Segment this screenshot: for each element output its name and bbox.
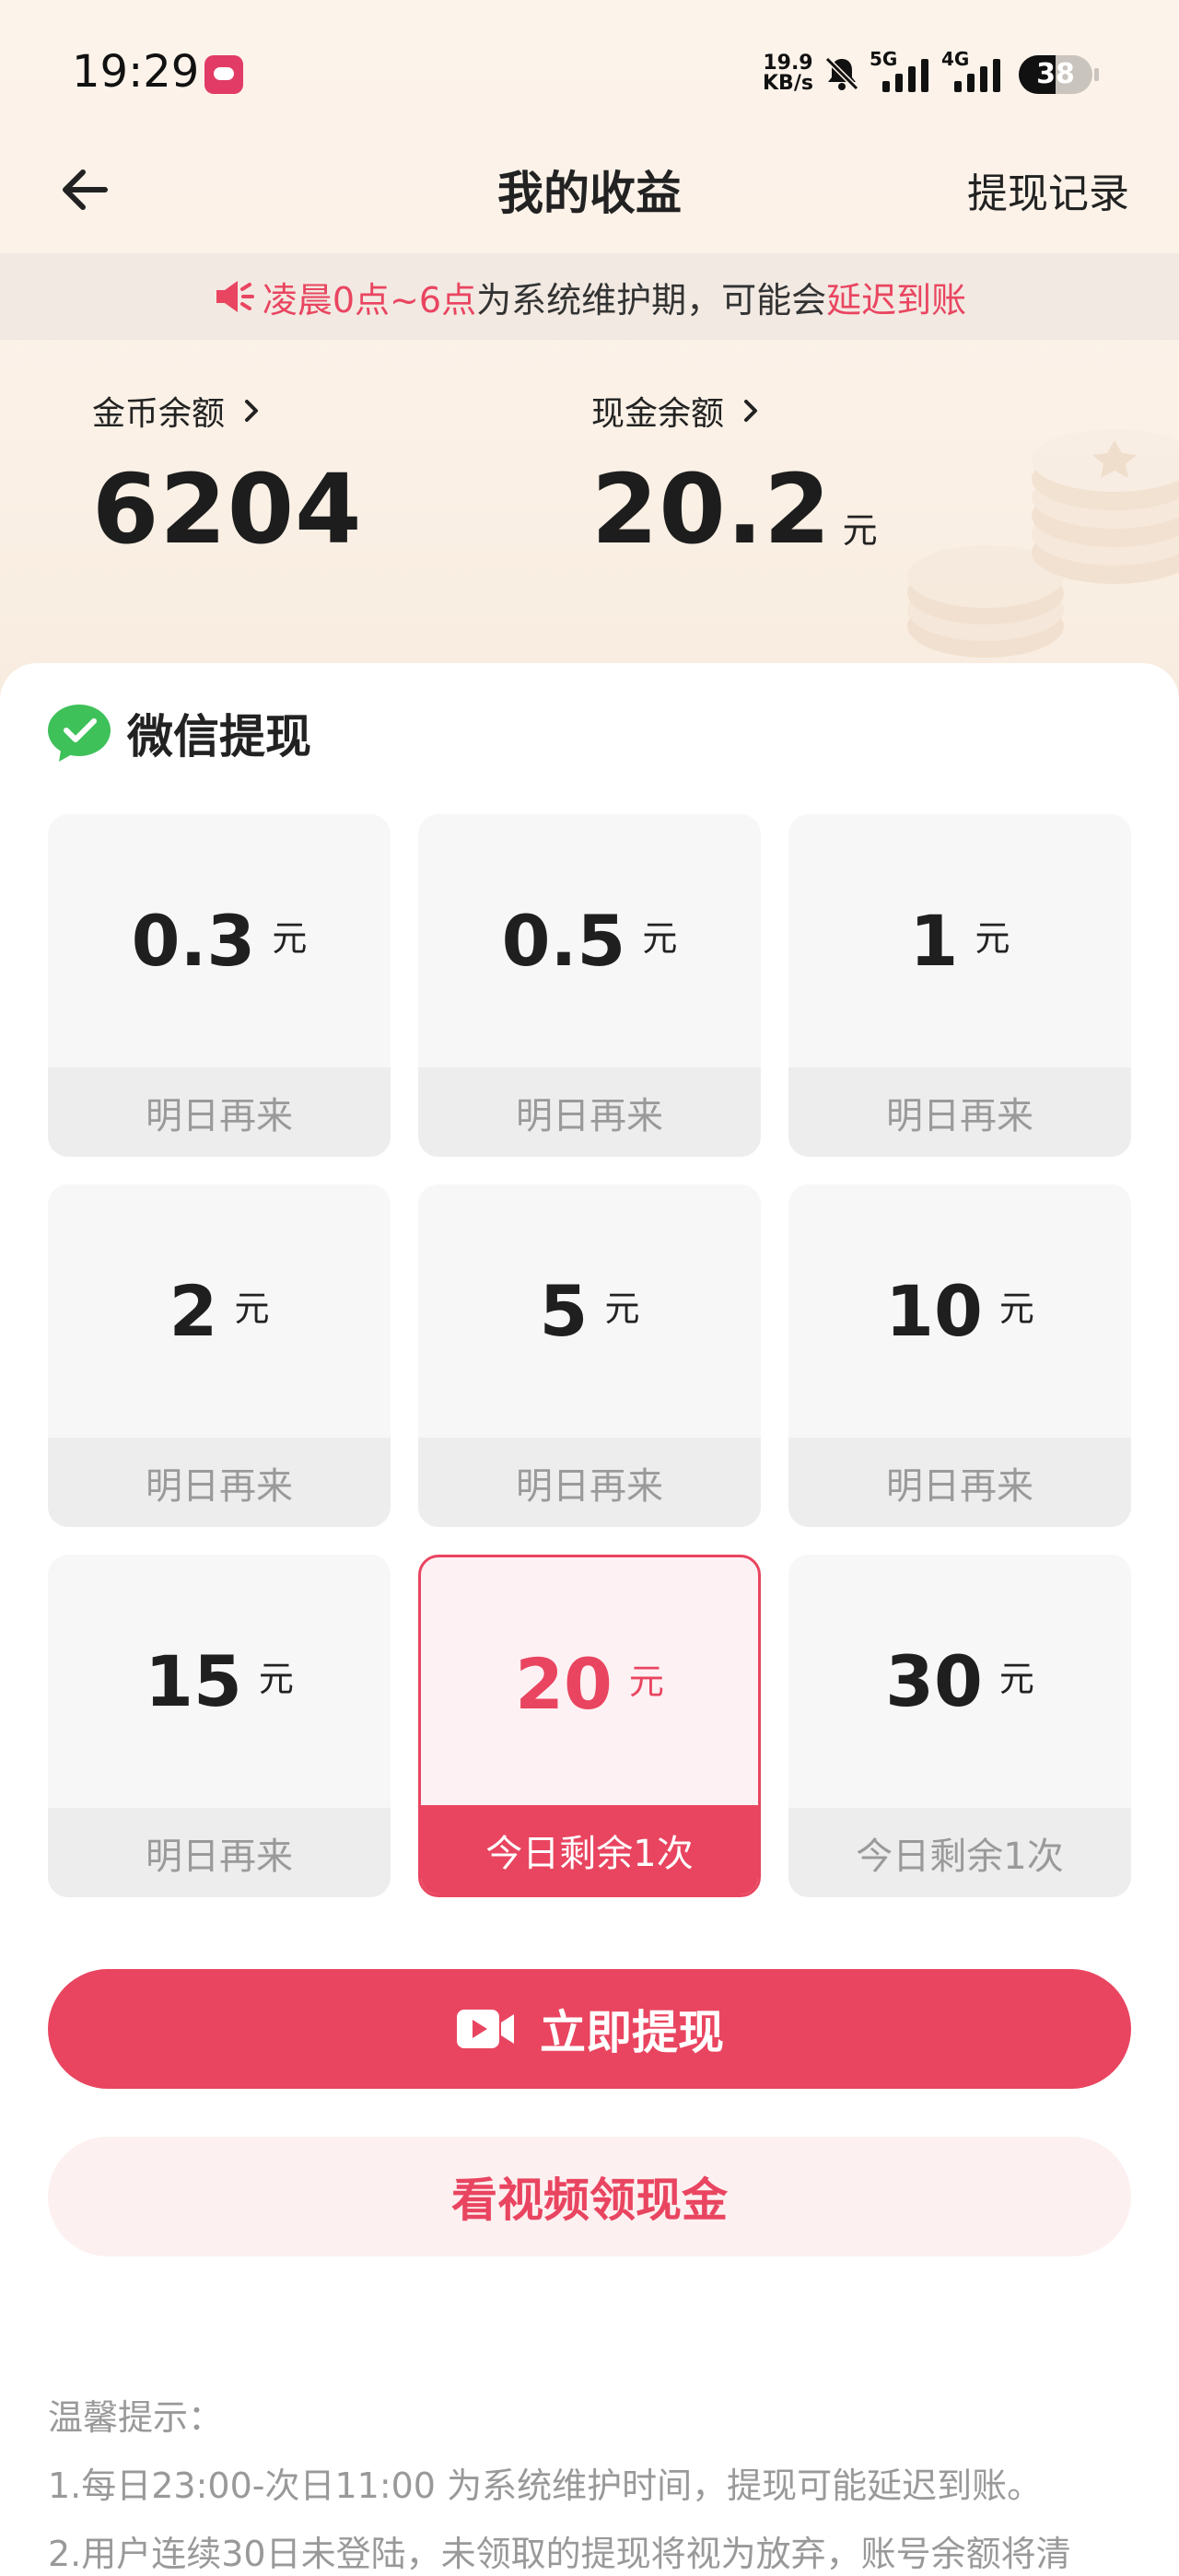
amount-status: 明日再来 <box>48 1067 391 1157</box>
speaker-icon <box>216 281 254 312</box>
amount-unit: 元 <box>604 1288 640 1329</box>
app-notification-icon <box>204 55 243 94</box>
status-time: 19:29 <box>72 46 200 98</box>
amount-status: 明日再来 <box>788 1067 1131 1157</box>
notice-time-range: 凌晨0点~6点 <box>262 279 477 321</box>
tips-title: 温馨提示： <box>48 2397 224 2438</box>
bell-muted-icon <box>824 56 859 91</box>
watch-video-label: 看视频领现金 <box>451 2174 728 2227</box>
withdraw-history-link[interactable]: 提现记录 <box>967 160 1129 219</box>
amount-status: 明日再来 <box>788 1438 1131 1527</box>
signal-5g-label: 5G <box>870 48 898 70</box>
amount-status: 明日再来 <box>418 1438 761 1527</box>
chevron-right-icon <box>245 400 259 422</box>
amount-value: 20 <box>515 1643 613 1725</box>
amount-value: 30 <box>885 1640 983 1722</box>
video-camera-icon <box>457 2010 514 2048</box>
cash-balance-unit: 元 <box>842 510 879 551</box>
cash-balance-label: 现金余额 <box>591 395 725 433</box>
amount-option-0.5[interactable]: 0.5 元 明日再来 <box>418 814 761 1157</box>
network-speed: 19.9 KB/s <box>763 53 813 94</box>
amount-option-5[interactable]: 5元 明日再来 <box>418 1184 761 1527</box>
amount-value: 1 <box>909 900 959 982</box>
amount-unit: 元 <box>998 1659 1034 1699</box>
watch-video-button[interactable]: 看视频领现金 <box>48 2137 1131 2256</box>
tip-line: 1.每日23:00-次日11:00 为系统维护时间，提现可能延迟到账。 <box>48 2465 1043 2506</box>
cash-balance[interactable]: 现金余额 20.2 元 <box>591 387 879 565</box>
amount-option-10[interactable]: 10 元 明日再来 <box>788 1184 1131 1527</box>
wechat-icon <box>48 705 111 762</box>
notice-delay-text: 延迟到账 <box>826 279 967 321</box>
wechat-withdraw-header: 微信提现 <box>46 700 311 766</box>
amount-option-15[interactable]: 15 元 明日再来 <box>48 1555 391 1897</box>
amount-options-grid: 0.3 元 明日再来 0.5 元 明日再来 1元 明日再来 2元 明日再来 5元 明… <box>48 814 1131 1897</box>
amount-unit: 元 <box>975 918 1010 959</box>
signal-4g-label: 4G <box>941 48 970 70</box>
amount-status: 明日再来 <box>48 1438 391 1527</box>
amount-option-0.3[interactable]: 0.3 元 明日再来 <box>48 814 391 1157</box>
amount-unit: 元 <box>642 918 678 959</box>
withdraw-now-button[interactable]: 立即提现 <box>48 1969 1131 2089</box>
amount-option-2[interactable]: 2元 明日再来 <box>48 1184 391 1527</box>
amount-value: 5 <box>539 1270 589 1352</box>
signal-4g-icon: 4G <box>941 48 1010 92</box>
amount-option-30[interactable]: 30 元 今日剩余1次 <box>788 1555 1131 1897</box>
network-speed-unit: KB/s <box>763 72 813 95</box>
maintenance-notice: 凌晨0点~6点 为系统维护期，可能会 延迟到账 <box>0 253 1179 340</box>
chevron-right-icon <box>744 400 758 422</box>
amount-status: 明日再来 <box>48 1808 391 1897</box>
cash-balance-value: 20.2 <box>591 453 832 565</box>
amount-option-1[interactable]: 1元 明日再来 <box>788 814 1131 1157</box>
coin-balance-label: 金币余额 <box>92 395 226 433</box>
amount-value: 10 <box>885 1270 983 1352</box>
coin-stack-illustration <box>907 429 1179 658</box>
battery-level: 38 <box>1036 58 1075 90</box>
withdraw-card: 微信提现 0.3 元 明日再来 0.5 元 明日再来 1元 明日再来 2元 明日再来… <box>0 663 1179 2574</box>
coin-balance-value: 6204 <box>92 453 363 565</box>
amount-unit: 元 <box>234 1288 270 1329</box>
amount-value: 2 <box>169 1270 218 1352</box>
withdraw-now-label: 立即提现 <box>540 2006 724 2059</box>
amount-value: 0.5 <box>501 900 626 982</box>
amount-value: 15 <box>145 1640 242 1722</box>
amount-value: 0.3 <box>131 900 256 982</box>
amount-unit: 元 <box>272 918 308 959</box>
amount-unit: 元 <box>998 1288 1034 1329</box>
signal-5g-icon: 5G <box>870 48 938 92</box>
tip-line: 2.用户连续30日未登陆，未领取的提现将视为放弃，账号余额将清 <box>48 2534 1071 2574</box>
amount-unit: 元 <box>258 1659 294 1699</box>
status-bar: 19:29 19.9 KB/s 5G 4G 38 <box>0 0 1179 129</box>
wechat-withdraw-label: 微信提现 <box>127 710 311 763</box>
amount-status: 今日剩余1次 <box>421 1805 758 1894</box>
amount-option-20-selected[interactable]: 20 元 今日剩余1次 <box>418 1555 761 1897</box>
notice-text: 为系统维护期，可能会 <box>476 279 827 321</box>
network-speed-value: 19.9 <box>763 52 813 75</box>
amount-status: 明日再来 <box>418 1067 761 1157</box>
amount-status: 今日剩余1次 <box>788 1808 1131 1897</box>
amount-unit: 元 <box>628 1661 664 1702</box>
battery-icon: 38 <box>1019 55 1092 94</box>
coin-balance[interactable]: 金币余额 6204 <box>92 387 362 565</box>
